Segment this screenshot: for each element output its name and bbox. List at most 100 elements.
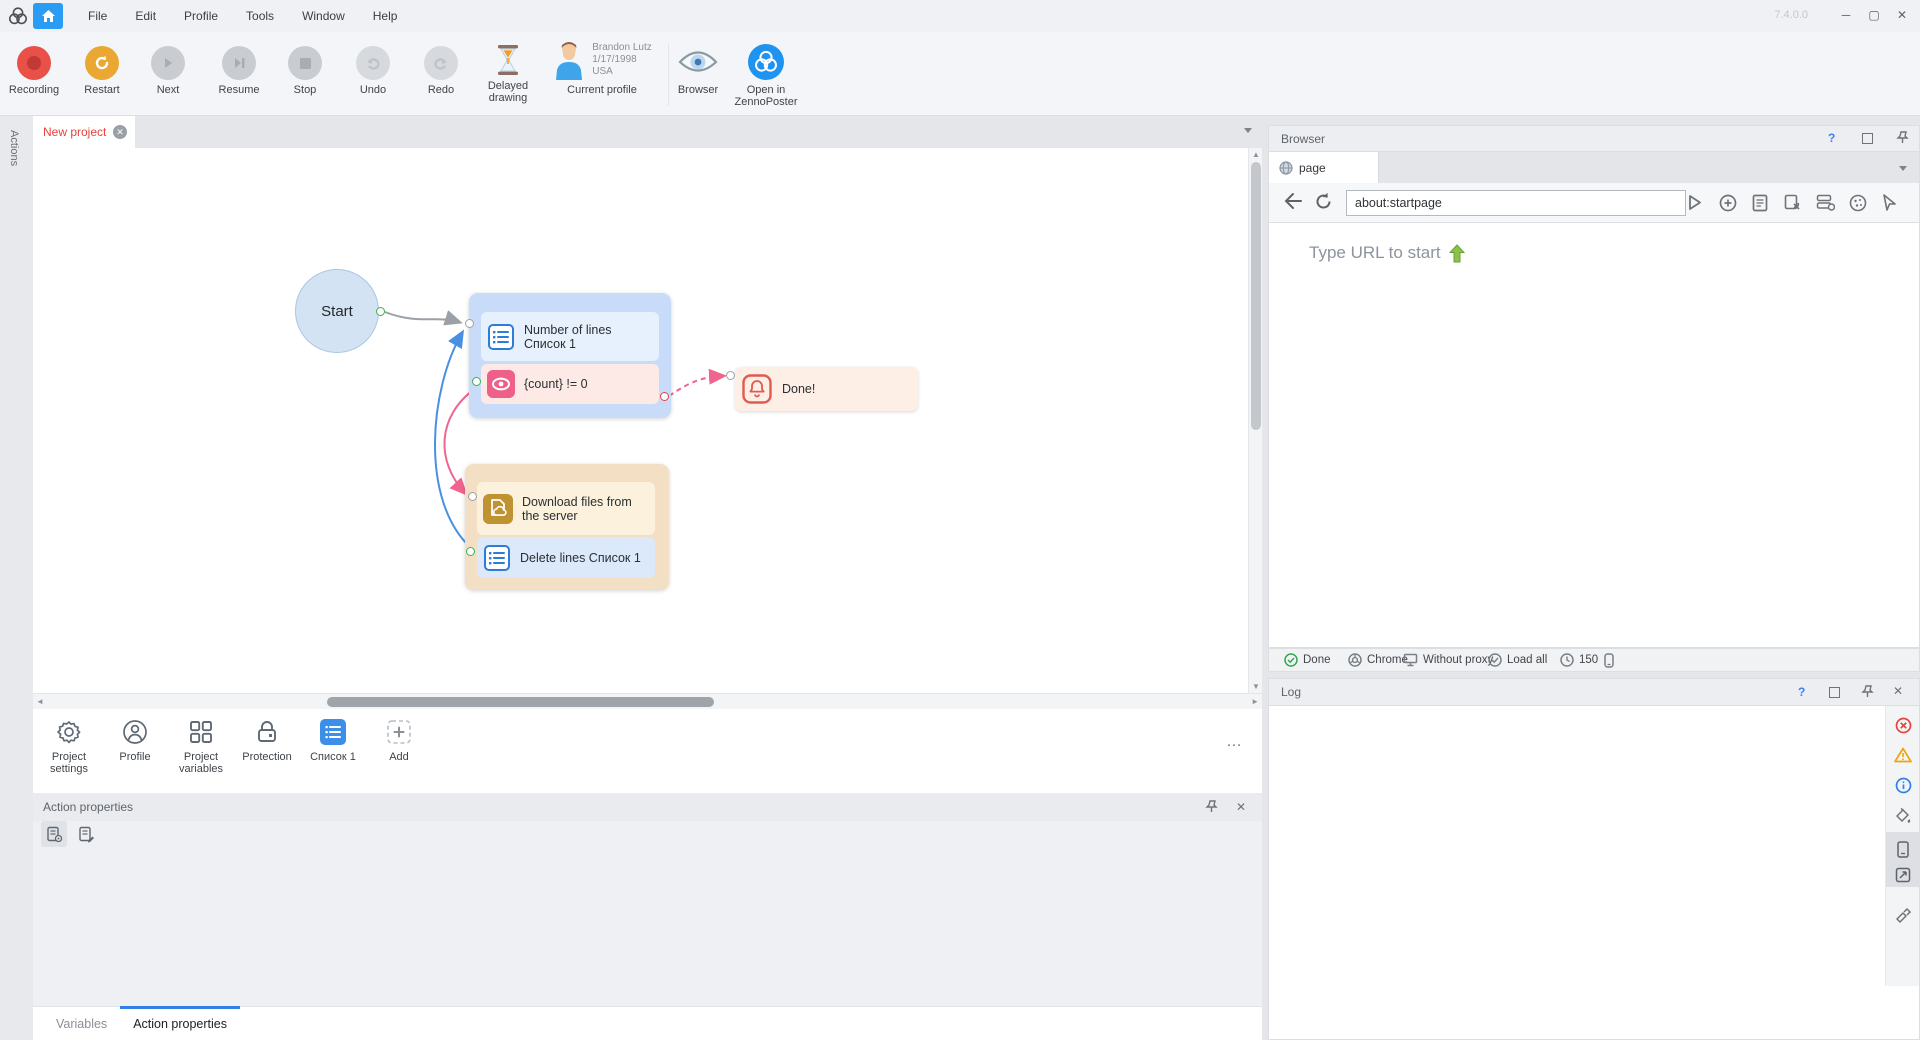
horizontal-scroll-thumb[interactable]: [327, 697, 714, 707]
status-timeout[interactable]: 150: [1560, 653, 1598, 667]
scroll-down-icon[interactable]: ▼: [1252, 682, 1260, 691]
maximize-panel-icon[interactable]: [1862, 133, 1873, 144]
resume-button[interactable]: Resume: [208, 40, 270, 96]
expand-log-icon[interactable]: [1894, 866, 1912, 884]
more-actions-button[interactable]: …: [1226, 733, 1243, 751]
menu-edit[interactable]: Edit: [121, 9, 170, 23]
tab-list-dropdown-icon[interactable]: [1244, 128, 1252, 133]
project-tab[interactable]: New project ✕: [33, 116, 135, 148]
home-button[interactable]: [33, 3, 63, 29]
cursor-icon[interactable]: [1882, 194, 1897, 212]
menu-help[interactable]: Help: [359, 9, 412, 23]
menu-window[interactable]: Window: [288, 9, 359, 23]
undo-icon: [356, 46, 390, 80]
maximize-panel-icon[interactable]: [1829, 687, 1840, 698]
action-condition[interactable]: {count} != 0: [481, 364, 659, 404]
status-load-all[interactable]: Load all: [1488, 653, 1547, 667]
action-delete-lines[interactable]: Delete lines Список 1: [477, 537, 655, 578]
group-download-delete[interactable]: Download files fromthe server Delete lin…: [465, 464, 669, 590]
connector-start-out[interactable]: [376, 307, 385, 316]
undo-button[interactable]: Undo: [345, 40, 401, 96]
window-maximize-button[interactable]: ▢: [1860, 0, 1888, 30]
highlight-icon[interactable]: [1894, 807, 1912, 825]
help-icon[interactable]: ?: [1828, 131, 1835, 145]
actions-rail-tab[interactable]: Actions: [8, 130, 20, 166]
canvas-horizontal-scrollbar[interactable]: ◄ ►: [33, 693, 1262, 709]
add-tab-icon[interactable]: [1719, 194, 1737, 212]
scroll-up-icon[interactable]: ▲: [1252, 150, 1260, 159]
cookies-icon[interactable]: [1849, 194, 1867, 212]
pin-icon[interactable]: [1896, 131, 1909, 144]
scroll-right-icon[interactable]: ►: [1251, 697, 1259, 706]
tab-action-properties[interactable]: Action properties: [120, 1007, 240, 1040]
close-icon[interactable]: ✕: [1236, 800, 1246, 814]
project-variables-button[interactable]: Project variables: [169, 717, 233, 775]
reload-icon[interactable]: [1314, 192, 1333, 211]
flow-canvas[interactable]: Start Number of linesСписок 1 {count} !=…: [33, 148, 1248, 693]
open-in-zennoposter-button[interactable]: Open in ZennoPoster: [731, 40, 801, 108]
group-count-lines[interactable]: Number of linesСписок 1 {count} != 0: [469, 293, 671, 418]
status-proxy[interactable]: Without proxy: [1403, 653, 1493, 667]
vertical-scroll-thumb[interactable]: [1251, 162, 1261, 430]
browser-tab-page[interactable]: page: [1269, 152, 1379, 183]
browser-button[interactable]: Browser: [668, 40, 728, 96]
redo-button[interactable]: Redo: [413, 40, 469, 96]
connector-condition-false-out[interactable]: [660, 392, 669, 401]
connector-condition-out[interactable]: [472, 377, 481, 386]
action-download-files[interactable]: Download files fromthe server: [477, 482, 655, 535]
errors-filter-icon[interactable]: [1894, 716, 1912, 734]
redo-icon: [424, 46, 458, 80]
scroll-left-icon[interactable]: ◄: [36, 697, 44, 706]
connector-lines-in[interactable]: [465, 319, 474, 328]
recording-button[interactable]: Recording: [2, 40, 66, 96]
back-icon[interactable]: [1283, 192, 1303, 210]
cache-icon[interactable]: [1816, 194, 1835, 211]
profile-button[interactable]: Profile: [103, 717, 167, 763]
action-number-of-lines[interactable]: Number of linesСписок 1: [481, 312, 659, 361]
help-icon[interactable]: ?: [1798, 685, 1805, 699]
clear-log-icon[interactable]: [1894, 906, 1912, 924]
connector-download-in[interactable]: [468, 492, 477, 501]
list-spisok1-button[interactable]: Список 1: [301, 717, 365, 763]
page-source-icon[interactable]: [1752, 194, 1768, 212]
delayed-drawing-button[interactable]: Delayed drawing: [474, 40, 542, 104]
close-icon[interactable]: ✕: [1893, 684, 1903, 698]
page-tools-icon[interactable]: [1784, 194, 1802, 212]
canvas-vertical-scrollbar[interactable]: ▲ ▼: [1248, 148, 1262, 693]
menu-tools[interactable]: Tools: [232, 9, 288, 23]
project-settings-button[interactable]: Project settings: [37, 717, 101, 775]
pin-icon[interactable]: [1205, 800, 1218, 813]
start-node[interactable]: Start: [295, 269, 379, 353]
word-wrap-icon[interactable]: [1894, 840, 1912, 858]
browser-viewport[interactable]: Type URL to start: [1268, 223, 1920, 648]
tab-close-icon[interactable]: ✕: [113, 125, 127, 139]
window-minimize-button[interactable]: ─: [1832, 0, 1860, 30]
run-icon[interactable]: [1687, 194, 1703, 211]
warnings-filter-icon[interactable]: [1894, 746, 1912, 764]
stop-button[interactable]: Stop: [277, 40, 333, 96]
next-button[interactable]: Next: [140, 40, 196, 96]
action-done[interactable]: Done!: [735, 367, 918, 411]
bottom-panel-tabs: Variables Action properties: [33, 1006, 1262, 1040]
browser-tab-dropdown-icon[interactable]: [1899, 166, 1907, 171]
status-engine[interactable]: Chrome: [1348, 653, 1408, 667]
connector-delete-out[interactable]: [466, 547, 475, 556]
info-filter-icon[interactable]: [1894, 776, 1912, 794]
menu-file[interactable]: File: [74, 9, 121, 23]
menu-profile[interactable]: Profile: [170, 9, 232, 23]
action-settings-tool[interactable]: [41, 821, 67, 847]
action-edit-tool[interactable]: [73, 821, 99, 847]
log-output[interactable]: [1268, 706, 1920, 1040]
url-input[interactable]: [1346, 190, 1686, 216]
app-logo-icon: [8, 6, 28, 26]
current-profile-button[interactable]: Brandon Lutz 1/17/1998 USA Current profi…: [544, 40, 660, 96]
status-device[interactable]: [1604, 653, 1614, 668]
restart-button[interactable]: Restart: [72, 40, 132, 96]
pin-icon[interactable]: [1861, 685, 1874, 698]
tab-variables[interactable]: Variables: [43, 1007, 120, 1040]
avatar: [552, 40, 586, 80]
connector-done-in[interactable]: [726, 371, 735, 380]
protection-button[interactable]: Protection: [235, 717, 299, 763]
window-close-button[interactable]: ✕: [1888, 0, 1916, 30]
add-button[interactable]: Add: [367, 717, 431, 763]
